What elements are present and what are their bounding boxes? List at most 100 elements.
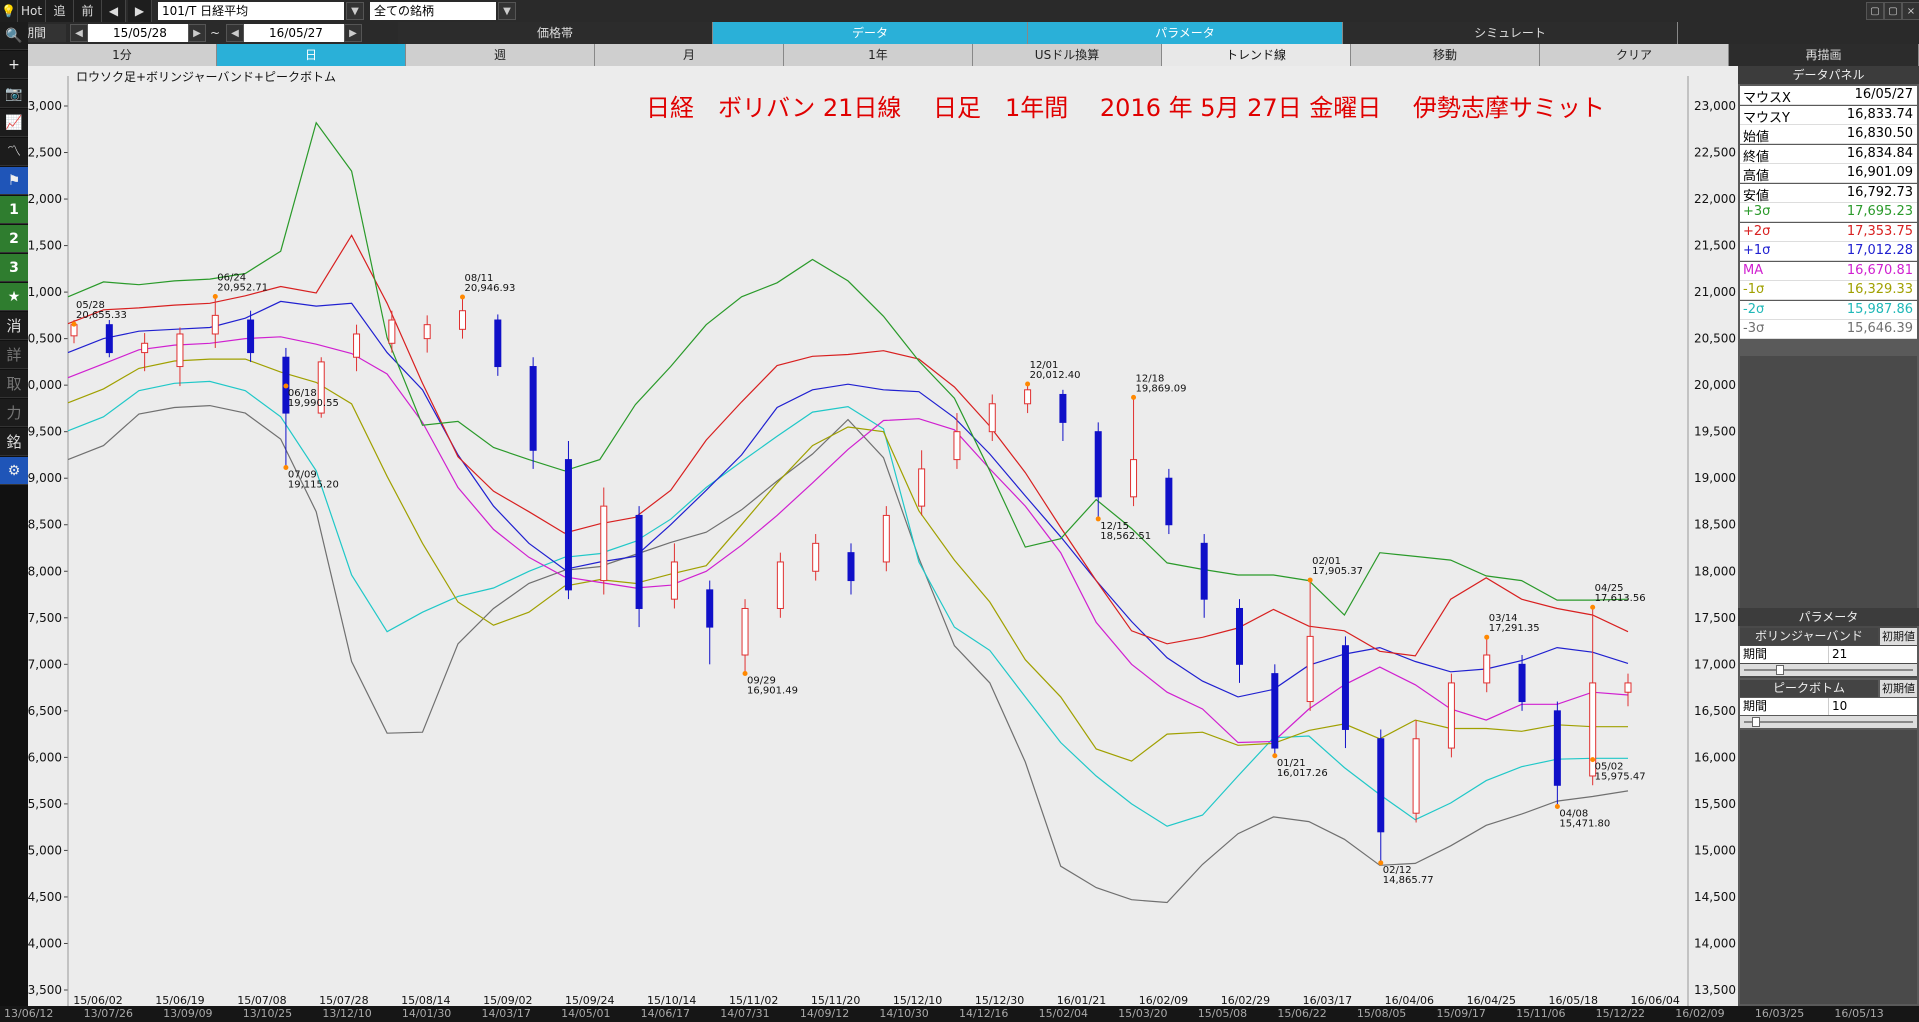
y-tick-label-right: 16,500 <box>1694 704 1736 718</box>
candle-body <box>1483 654 1491 684</box>
period-start-prev-icon[interactable]: ◀ <box>70 24 88 42</box>
erase-button[interactable]: 消 <box>0 312 28 340</box>
y-tick-label-left: 16,000 <box>28 750 62 764</box>
overview-date-label: 15/02/04 <box>1038 1007 1088 1020</box>
data-row-key: -3σ <box>1743 321 1765 336</box>
stock-button[interactable]: 銘 <box>0 428 28 456</box>
candle-body <box>1059 393 1067 423</box>
band-plus-1sigma <box>67 300 1629 698</box>
overview-date-label: 14/06/17 <box>640 1007 691 1020</box>
overview-date-strip[interactable]: 13/06/12 13/07/26 13/09/09 13/10/25 13/12/10… <box>0 1006 1919 1022</box>
follow-button[interactable]: 追 <box>46 0 74 22</box>
y-tick-label-left: 22,500 <box>28 146 62 160</box>
candle-body <box>1271 673 1279 749</box>
data-row-key: 高値 <box>1743 169 1770 184</box>
data-row-value: 16/05/27 <box>1854 87 1913 102</box>
detail-button[interactable]: 詳 <box>0 341 28 369</box>
overview-date-label: 15/09/17 <box>1436 1007 1486 1020</box>
hot-button[interactable]: Hot <box>18 0 46 22</box>
bollinger-reset-button[interactable]: 初期値 <box>1880 628 1917 645</box>
tab-row2-8[interactable]: クリア <box>1540 44 1729 66</box>
line-chart-icon[interactable]: 📈 <box>0 109 28 137</box>
date-from-field[interactable]: 15/05/28 <box>88 24 188 42</box>
camera-icon[interactable]: 📷 <box>0 80 28 108</box>
tab-row1-1[interactable]: データ <box>713 22 1028 44</box>
power-button[interactable]: 力 <box>0 399 28 427</box>
tab-row2-7[interactable]: 移動 <box>1351 44 1540 66</box>
favorite-star-icon[interactable]: ★ <box>0 283 28 311</box>
slider-knob[interactable] <box>1776 665 1785 675</box>
side-panel: データパネル マウスX 16/05/27 マウスY 16,833.74 始値 16,830… <box>1738 66 1919 1006</box>
search-icon[interactable]: 🔍 <box>0 22 28 50</box>
peak-period-input[interactable]: 10 <box>1828 698 1917 715</box>
trend-icon[interactable]: 〽 <box>0 138 28 166</box>
tab-row2-1[interactable]: 日 <box>217 44 406 66</box>
bollinger-period-slider[interactable] <box>1740 664 1917 676</box>
tab-row2-6[interactable]: トレンド線 <box>1162 44 1351 66</box>
candle-body <box>1553 710 1561 786</box>
tab-row2-5[interactable]: USドル換算 <box>973 44 1162 66</box>
overview-date-label: 14/12/16 <box>959 1007 1009 1020</box>
peak-period-slider[interactable] <box>1740 716 1917 728</box>
period-end-prev-icon[interactable]: ◀ <box>226 24 244 42</box>
data-row: マウスX 16/05/27 <box>1740 86 1917 106</box>
price-chart[interactable]: 13,500 13,500 14,000 14,000 14,500 14,500 15,0… <box>20 66 1738 1007</box>
peak-bottom-marker <box>212 294 218 300</box>
tab-row1-3[interactable]: シミュレート <box>1343 22 1678 44</box>
data-row: MA 16,670.81 <box>1740 261 1917 281</box>
tab-row2-3[interactable]: 月 <box>595 44 784 66</box>
forward-arrow-icon[interactable]: ▶ <box>128 0 152 22</box>
tab-row1-2[interactable]: パラメータ <box>1028 22 1343 44</box>
tab-row2-2[interactable]: 週 <box>406 44 595 66</box>
data-row-key: -2σ <box>1743 301 1765 317</box>
peak-bottom-marker <box>460 294 465 300</box>
peak-bottom-reset-button[interactable]: 初期値 <box>1880 680 1917 697</box>
overview-date-label: 14/07/31 <box>720 1007 770 1020</box>
y-tick-label-left: 21,000 <box>28 285 62 299</box>
y-tick-label-right: 15,000 <box>1694 843 1736 857</box>
x-tick-label: 15/12/30 <box>975 994 1024 1006</box>
date-to-field[interactable]: 16/05/27 <box>244 24 344 42</box>
lightbulb-icon[interactable]: 💡 <box>0 0 18 22</box>
trade-button[interactable]: 取 <box>0 370 28 398</box>
minimize-window-icon[interactable]: ▢ <box>1866 2 1884 20</box>
candle-body <box>459 310 466 330</box>
data-row: -2σ 15,987.86 <box>1740 300 1917 320</box>
overview-date-label: 15/05/08 <box>1197 1007 1248 1020</box>
overview-date-label: 15/03/20 <box>1118 1007 1168 1020</box>
data-row: +3σ 17,695.23 <box>1740 203 1917 222</box>
y-tick-label-left: 18,500 <box>28 518 62 532</box>
preset-2-button[interactable]: 2 <box>0 225 28 253</box>
universe-select[interactable]: 全ての銘柄 <box>370 2 496 20</box>
preset-1-button[interactable]: 1 <box>0 196 28 224</box>
tab-row2-0[interactable]: 1分 <box>28 44 217 66</box>
symbol-field[interactable]: 101/T 日経平均 <box>158 2 344 20</box>
settings-gear-icon[interactable]: ⚙ <box>0 457 28 485</box>
y-tick-label-left: 20,500 <box>28 332 62 346</box>
overview-date-label: 13/07/26 <box>83 1007 133 1020</box>
crosshair-icon[interactable]: + <box>0 51 28 79</box>
annotation-value: 17,905.37 <box>1312 566 1363 577</box>
candle-body <box>1236 607 1243 665</box>
bollinger-period-input[interactable]: 21 <box>1828 646 1917 663</box>
restore-window-icon[interactable]: ▢ <box>1884 2 1902 20</box>
close-window-icon[interactable]: × <box>1902 2 1919 20</box>
period-end-next-icon[interactable]: ▶ <box>344 24 362 42</box>
preset-3-button[interactable]: 3 <box>0 254 28 282</box>
y-tick-label-right: 23,000 <box>1694 99 1736 113</box>
tab-row2-9[interactable]: 再描画 <box>1729 44 1919 66</box>
slider-knob[interactable] <box>1752 717 1761 727</box>
peak-bottom-title: ピークボトム <box>1740 680 1878 697</box>
candle-body <box>1130 459 1138 498</box>
flag-icon[interactable]: ⚑ <box>0 167 28 195</box>
symbol-dropdown-icon[interactable]: ▼ <box>346 2 364 20</box>
tab-row2-4[interactable]: 1年 <box>784 44 973 66</box>
candle-body <box>1200 542 1208 600</box>
tab-row1-0[interactable]: 価格帯 <box>398 22 713 44</box>
prev-button[interactable]: 前 <box>74 0 102 22</box>
period-start-next-icon[interactable]: ▶ <box>188 24 206 42</box>
back-arrow-icon[interactable]: ◀ <box>102 0 126 22</box>
y-tick-label-right: 17,000 <box>1694 657 1736 671</box>
data-row-key: 終値 <box>1743 149 1770 165</box>
universe-dropdown-icon[interactable]: ▼ <box>498 2 516 20</box>
